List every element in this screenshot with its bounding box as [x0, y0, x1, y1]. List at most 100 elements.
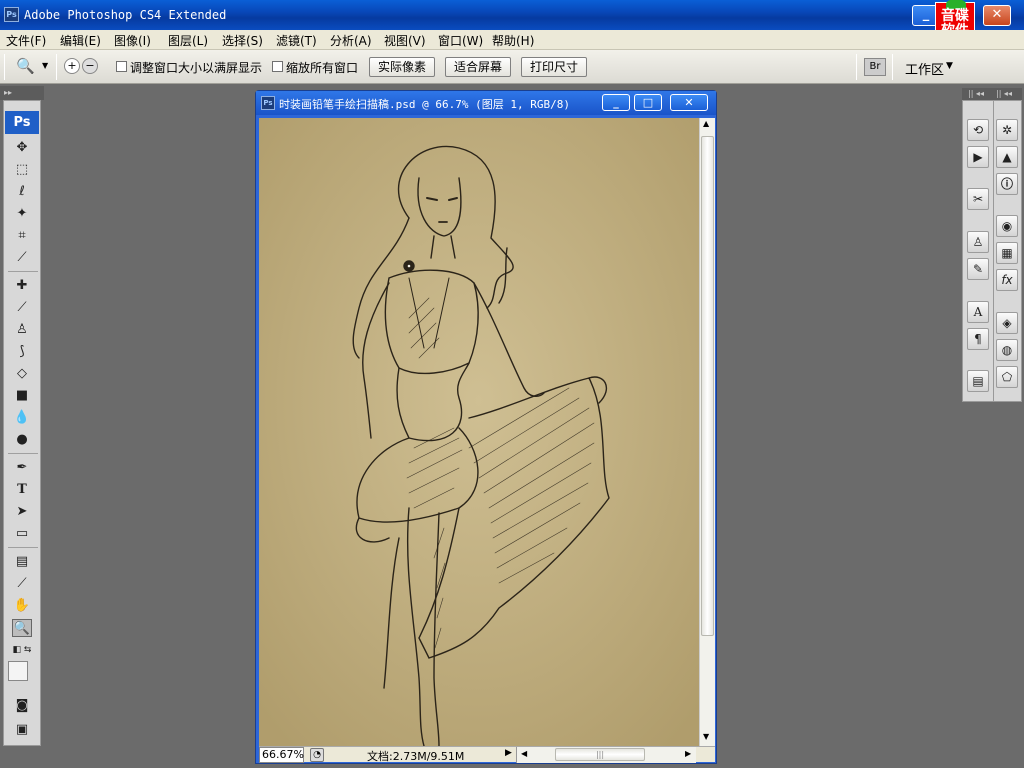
resize-windows-label: 调整窗口大小以满屏显示	[130, 61, 263, 75]
tools-panel-grip[interactable]: ▸▸	[0, 86, 44, 100]
screen-mode-icon[interactable]: ▣	[12, 721, 32, 739]
color-panel-icon[interactable]: ◉	[996, 215, 1018, 237]
tools-divider	[8, 271, 38, 272]
character-panel-icon[interactable]: A	[967, 301, 989, 323]
tools-divider	[8, 547, 38, 548]
workspace-dropdown-arrow-icon[interactable]: ▼	[946, 61, 953, 71]
menu-image[interactable]: 图像(I)	[114, 32, 151, 49]
dodge-tool-icon[interactable]: ●	[12, 431, 32, 449]
horizontal-scrollbar[interactable]: ◀ ||| ▶	[516, 747, 696, 763]
panel-column-divider	[993, 101, 994, 401]
magic-wand-tool-icon[interactable]: ✦	[12, 205, 32, 223]
notes-panel-icon[interactable]: ▤	[967, 370, 989, 392]
preset-dropdown-arrow-icon[interactable]: ▼	[42, 61, 48, 70]
options-grip	[4, 54, 5, 80]
document-status-bar: 66.67% ◔ 文档:2.73M/9.51M ▶ ◀ ||| ▶	[259, 746, 715, 763]
bridge-icon[interactable]: Br	[864, 58, 886, 76]
document-ps-icon: Ps	[261, 96, 275, 110]
foreground-color-swatch[interactable]	[8, 661, 28, 681]
tool-presets-panel-icon[interactable]: ✂	[967, 188, 989, 210]
eraser-tool-icon[interactable]: ◇	[12, 365, 32, 383]
zoom-all-windows-label: 缩放所有窗口	[286, 61, 359, 75]
history-panel-icon[interactable]: ⟲	[967, 119, 989, 141]
document-canvas[interactable]	[259, 118, 699, 746]
swatches-panel-icon[interactable]: ▦	[996, 242, 1018, 264]
actual-pixels-button[interactable]: 实际像素	[369, 57, 435, 77]
tools-divider	[8, 453, 38, 454]
blur-tool-icon[interactable]: 💧	[12, 409, 32, 427]
menu-window[interactable]: 窗口(W)	[438, 32, 483, 49]
layers-panel-icon[interactable]: ◈	[996, 312, 1018, 334]
doc-minimize-button[interactable]: _	[602, 94, 630, 111]
paths-panel-icon[interactable]: ⬠	[996, 366, 1018, 388]
hand-tool-icon[interactable]: ✋	[12, 597, 32, 615]
channels-panel-icon[interactable]: ◍	[996, 339, 1018, 361]
zoom-level-field[interactable]: 66.67%	[259, 747, 304, 763]
zoom-out-icon[interactable]: −	[82, 58, 98, 74]
options-divider	[856, 54, 857, 80]
menu-bar: 文件(F) 编辑(E) 图像(I) 图层(L) 选择(S) 滤镜(T) 分析(A…	[0, 30, 1024, 50]
menu-help[interactable]: 帮助(H)	[492, 32, 534, 49]
document-window: Ps 时装画铅笔手绘扫描稿.psd @ 66.7% (图层 1, RGB/8) …	[255, 90, 717, 764]
vertical-scroll-thumb[interactable]	[701, 136, 714, 636]
actions-panel-icon[interactable]: ▶	[967, 146, 989, 168]
menu-edit[interactable]: 编辑(E)	[60, 32, 101, 49]
history-brush-tool-icon[interactable]: ⟆	[12, 343, 32, 361]
print-size-button[interactable]: 打印尺寸	[521, 57, 587, 77]
resize-windows-checkbox[interactable]	[116, 61, 127, 72]
brushes-panel-icon[interactable]: ✎	[967, 258, 989, 280]
panel-dock-grip[interactable]: || ◂◂ || ◂◂	[962, 88, 1022, 100]
eyedropper-sample-tool-icon[interactable]: ⟋	[12, 575, 32, 593]
app-title: Adobe Photoshop CS4 Extended	[24, 8, 227, 22]
menu-filter[interactable]: 滤镜(T)	[276, 32, 317, 49]
fit-screen-button[interactable]: 适合屏幕	[445, 57, 511, 77]
marquee-tool-icon[interactable]: ⬚	[12, 161, 32, 179]
type-tool-icon[interactable]: T	[12, 481, 32, 499]
zoom-tool-icon[interactable]: 🔍	[12, 619, 32, 637]
info-panel-icon[interactable]: ⓘ	[996, 173, 1018, 195]
menu-file[interactable]: 文件(F)	[6, 32, 46, 49]
quick-mask-icon[interactable]: ◙	[12, 697, 32, 715]
eyedropper-tool-icon[interactable]: ⟋	[12, 249, 32, 267]
scroll-down-arrow-icon[interactable]: ▼	[703, 732, 709, 741]
document-size-info: 文档:2.73M/9.51M	[367, 750, 465, 763]
horizontal-scroll-thumb[interactable]: |||	[555, 748, 645, 761]
scroll-right-arrow-icon[interactable]: ▶	[685, 749, 691, 758]
rectangle-tool-icon[interactable]: ▭	[12, 525, 32, 543]
zoom-tool-preset-icon[interactable]: 🔍	[16, 57, 35, 75]
workspace-label[interactable]: 工作区	[905, 59, 944, 78]
move-tool-icon[interactable]: ✥	[12, 139, 32, 157]
doc-close-button[interactable]: ✕	[670, 94, 708, 111]
clone-stamp-tool-icon[interactable]: ♙	[12, 321, 32, 339]
scroll-left-arrow-icon[interactable]: ◀	[521, 749, 527, 758]
document-title-bar[interactable]: Ps 时装画铅笔手绘扫描稿.psd @ 66.7% (图层 1, RGB/8) …	[256, 91, 716, 115]
brush-tool-icon[interactable]: ⟋	[12, 299, 32, 317]
paragraph-panel-icon[interactable]: ¶	[967, 328, 989, 350]
notes-tool-icon[interactable]: ▤	[12, 553, 32, 571]
zoom-in-icon[interactable]: +	[64, 58, 80, 74]
lasso-tool-icon[interactable]: ℓ	[12, 183, 32, 201]
path-selection-tool-icon[interactable]: ➤	[12, 503, 32, 521]
panel-dock: ⟲ ▶ ✂ ♙ ✎ A ¶ ▤ ✲ ▲ ⓘ ◉ ▦ fx ◈ ◍ ⬠	[962, 100, 1022, 402]
histogram-panel-icon[interactable]: ▲	[996, 146, 1018, 168]
menu-analysis[interactable]: 分析(A)	[330, 32, 372, 49]
doc-maximize-button[interactable]: □	[634, 94, 662, 111]
scroll-up-arrow-icon[interactable]: ▲	[703, 119, 709, 128]
gradient-tool-icon[interactable]: ■	[12, 387, 32, 405]
default-colors-icon[interactable]: ◧ ⇆	[12, 641, 32, 659]
crop-tool-icon[interactable]: ⌗	[12, 227, 32, 245]
styles-panel-icon[interactable]: fx	[996, 269, 1018, 291]
menu-view[interactable]: 视图(V)	[384, 32, 426, 49]
navigator-panel-icon[interactable]: ✲	[996, 119, 1018, 141]
vertical-scrollbar[interactable]: ▲ ▼	[699, 118, 715, 746]
close-button[interactable]: ✕	[983, 5, 1011, 26]
app-title-bar: Ps Adobe Photoshop CS4 Extended _ 音碟 软件 …	[0, 0, 1024, 46]
menu-layer[interactable]: 图层(L)	[168, 32, 208, 49]
pen-tool-icon[interactable]: ✒	[12, 459, 32, 477]
status-info-icon[interactable]: ◔	[310, 748, 324, 762]
clone-source-panel-icon[interactable]: ♙	[967, 231, 989, 253]
menu-select[interactable]: 选择(S)	[222, 32, 263, 49]
status-menu-arrow-icon[interactable]: ▶	[505, 748, 512, 758]
zoom-all-windows-checkbox[interactable]	[272, 61, 283, 72]
healing-brush-tool-icon[interactable]: ✚	[12, 277, 32, 295]
